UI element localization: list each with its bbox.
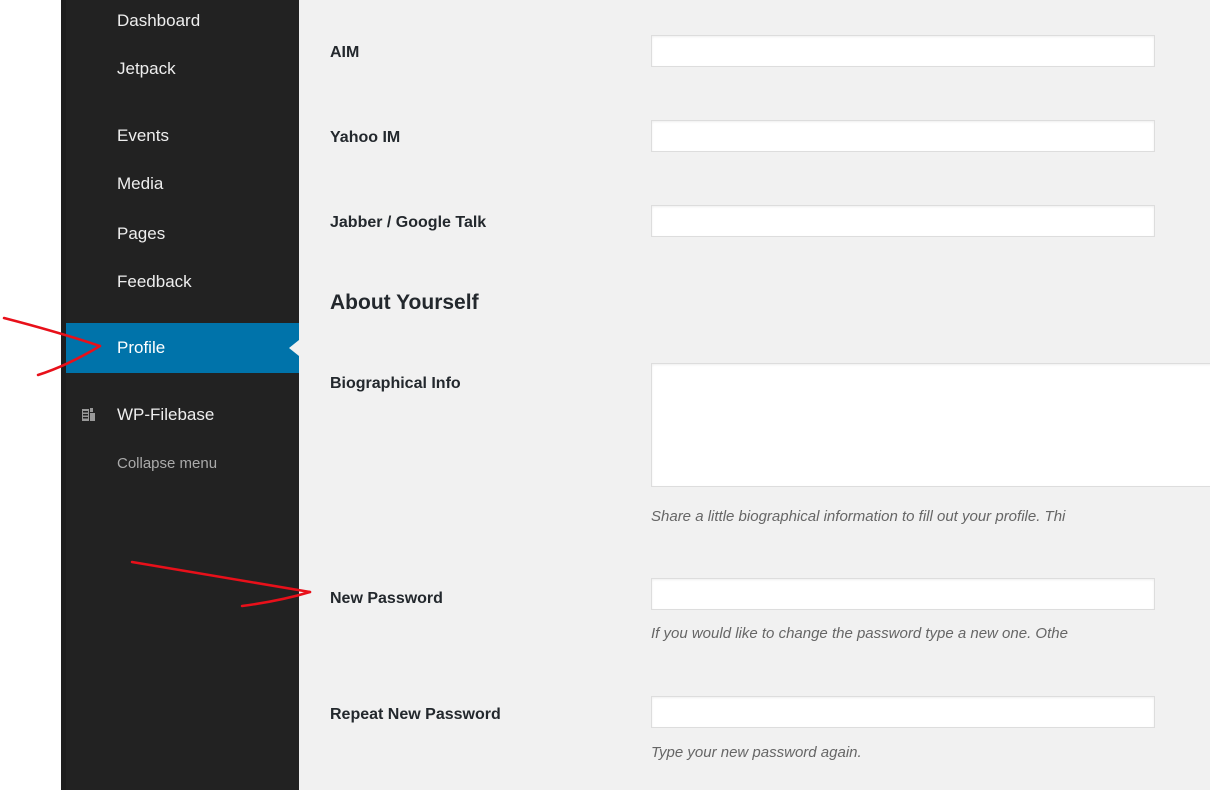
aim-input[interactable] (651, 35, 1155, 67)
new-password-label: New Password (330, 590, 443, 607)
sidebar-item-label: Profile (117, 338, 166, 357)
yahoo-im-input[interactable] (651, 120, 1155, 152)
biographical-info-textarea[interactable] (651, 363, 1212, 487)
new-password-description: If you would like to change the password… (651, 625, 1068, 642)
sidebar-item-label: Media (117, 174, 164, 193)
aim-label: AIM (330, 44, 360, 61)
sidebar-item-label: WP-Filebase (117, 405, 215, 424)
yahoo-im-label: Yahoo IM (330, 129, 401, 146)
sidebar-item-label: Jetpack (117, 59, 176, 78)
jabber-input[interactable] (651, 205, 1155, 237)
current-menu-pointer (289, 340, 299, 356)
biographical-info-description: Share a little biographical information … (651, 508, 1066, 525)
collapse-menu-button[interactable]: Collapse menu (117, 455, 217, 472)
sidebar-item-label: Pages (117, 224, 166, 243)
biographical-info-label: Biographical Info (330, 375, 461, 392)
sidebar-item-label: Feedback (117, 272, 192, 291)
repeat-password-description: Type your new password again. (651, 744, 862, 761)
new-password-input[interactable] (651, 578, 1155, 610)
wp-admin-screen: Dashboard Jetpack Events Media Pages Fee… (0, 0, 1212, 790)
repeat-password-label: Repeat New Password (330, 706, 501, 723)
repeat-password-input[interactable] (651, 696, 1155, 728)
filebase-icon (82, 408, 95, 421)
admin-sidebar: Dashboard Jetpack Events Media Pages Fee… (66, 0, 299, 790)
profile-form: AIM Yahoo IM Jabber / Google Talk About … (299, 0, 1212, 790)
sidebar-item-profile[interactable]: Profile (66, 323, 299, 373)
about-yourself-heading: About Yourself (330, 291, 479, 314)
sidebar-item-label: Events (117, 126, 169, 145)
jabber-label: Jabber / Google Talk (330, 214, 487, 231)
sidebar-item-label: Dashboard (117, 11, 201, 30)
